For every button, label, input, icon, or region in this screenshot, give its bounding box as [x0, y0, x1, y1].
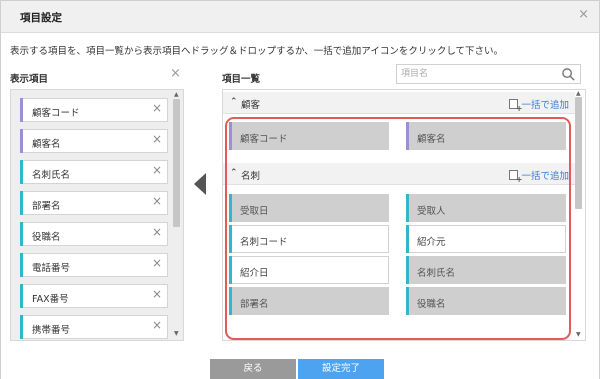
displayed-item-label: 役職名: [32, 232, 61, 243]
item-color-bar: [20, 129, 23, 153]
item-color-bar: [20, 284, 23, 308]
chevron-up-icon[interactable]: ⌃: [230, 97, 238, 107]
remove-item-icon[interactable]: ×: [152, 195, 162, 207]
instruction-text: 表示する項目を、項目一覧から表示項目へドラッグ＆ドロップするか、一括で追加アイコ…: [10, 46, 504, 57]
displayed-item[interactable]: 顧客コード ×: [20, 98, 168, 122]
remove-item-icon[interactable]: ×: [152, 288, 162, 300]
displayed-items-heading: 表示項目: [10, 74, 49, 85]
displayed-item[interactable]: FAX番号 ×: [20, 284, 168, 308]
complete-settings-button[interactable]: 設定完了: [298, 359, 384, 379]
displayed-item-label: 携帯番号: [32, 325, 71, 336]
item-settings-dialog: 項目設定 × 表示する項目を、項目一覧から表示項目へドラッグ＆ドロップするか、一…: [0, 0, 600, 379]
item-list-heading: 項目一覧: [222, 74, 261, 85]
remove-item-icon[interactable]: ×: [152, 133, 162, 145]
group-name: 顧客: [241, 100, 261, 111]
callout-highlight-frame: [225, 117, 571, 340]
move-left-arrow-icon[interactable]: [194, 173, 206, 195]
right-scroll-up-icon[interactable]: ▲: [576, 91, 581, 97]
item-color-bar: [20, 160, 23, 184]
displayed-item-label: 部署名: [32, 201, 61, 212]
remove-item-icon[interactable]: ×: [152, 226, 162, 238]
displayed-item-label: 名刺氏名: [32, 170, 71, 181]
remove-item-icon[interactable]: ×: [152, 164, 162, 176]
bulk-add-label: 一括で追加: [521, 100, 569, 111]
right-scroll-down-icon[interactable]: ▼: [576, 332, 581, 338]
item-search-input[interactable]: [401, 67, 551, 81]
left-scroll-up-icon[interactable]: ▲: [174, 92, 179, 98]
bulk-add-link[interactable]: 一括で追加: [509, 97, 569, 113]
right-scrollbar-thumb[interactable]: [575, 97, 582, 209]
left-scroll-down-icon[interactable]: ▼: [174, 331, 179, 337]
displayed-item-label: 顧客名: [32, 139, 61, 150]
close-icon[interactable]: ×: [578, 8, 589, 21]
add-document-icon: [509, 99, 522, 113]
item-search-box: [396, 64, 581, 84]
remove-item-icon[interactable]: ×: [152, 102, 162, 114]
displayed-items-list[interactable]: 顧客コード × 顧客名 × 名刺氏名 × 部署名 × 役職名 × 電話番号 × FAX番号 × 携帯番号 ×: [10, 89, 184, 341]
displayed-item[interactable]: 役職名 ×: [20, 222, 168, 246]
item-color-bar: [20, 222, 23, 246]
left-scrollbar-thumb[interactable]: [173, 99, 180, 227]
displayed-item[interactable]: 電話番号 ×: [20, 253, 168, 277]
displayed-item[interactable]: 名刺氏名 ×: [20, 160, 168, 184]
item-color-bar: [20, 315, 23, 339]
remove-item-icon[interactable]: ×: [152, 319, 162, 331]
dialog-title: 項目設定: [20, 12, 62, 24]
dialog-titlebar: 項目設定 ×: [1, 1, 599, 33]
clear-all-icon[interactable]: ×: [170, 67, 181, 80]
group-header[interactable]: ⌃顧客 一括で追加: [223, 92, 575, 114]
remove-item-icon[interactable]: ×: [152, 257, 162, 269]
displayed-item-label: FAX番号: [32, 294, 69, 305]
displayed-item[interactable]: 部署名 ×: [20, 191, 168, 215]
search-icon[interactable]: [561, 67, 576, 82]
item-color-bar: [20, 191, 23, 215]
displayed-item-label: 顧客コード: [32, 108, 80, 119]
back-button[interactable]: 戻る: [210, 359, 296, 379]
displayed-item[interactable]: 携帯番号 ×: [20, 315, 168, 339]
item-color-bar: [20, 98, 23, 122]
item-color-bar: [20, 253, 23, 277]
displayed-item[interactable]: 顧客名 ×: [20, 129, 168, 153]
displayed-item-label: 電話番号: [32, 263, 71, 274]
